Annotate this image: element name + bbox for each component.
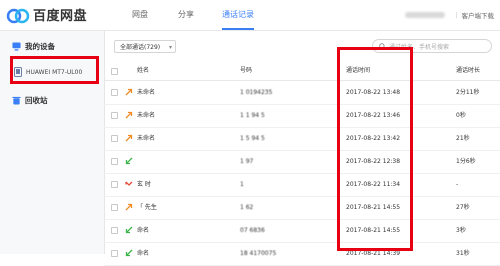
- app-title: 百度网盘: [33, 9, 88, 24]
- table-row[interactable]: 1 97 2017-08-22 12:38 1分6秒: [104, 150, 500, 174]
- call-duration: 21秒: [456, 135, 470, 142]
- outgoing-call-icon: [125, 203, 133, 211]
- incoming-call-icon: [125, 249, 133, 257]
- outgoing-call-icon: [125, 134, 133, 142]
- recycle-bin[interactable]: 回收站: [12, 95, 48, 106]
- my-devices-label: 我的设备: [25, 42, 55, 51]
- contact-name: 未命名: [137, 112, 156, 119]
- tab-share[interactable]: 分享: [178, 0, 194, 30]
- chevron-down-icon: ▾: [168, 44, 172, 51]
- cloud-logo-icon: [6, 8, 30, 23]
- call-duration: 1分6秒: [456, 158, 476, 165]
- filter-label: 全部通话(729): [120, 44, 161, 51]
- username-blurred[interactable]: [405, 12, 446, 18]
- row-checkbox[interactable]: [111, 181, 118, 188]
- logo[interactable]: 百度网盘: [6, 5, 87, 24]
- trash-icon: [12, 96, 21, 105]
- contact-name: 命名: [137, 227, 150, 234]
- highlight-box-time-column: [337, 47, 413, 251]
- incoming-call-icon: [125, 157, 133, 165]
- call-duration: 3秒: [456, 227, 466, 234]
- client-download-link[interactable]: 客户端下载: [462, 10, 495, 20]
- call-duration: 27秒: [456, 204, 470, 211]
- table-header: 姓名 号码 通话时间 通话时长: [104, 62, 500, 81]
- phone-number: 07 6836: [240, 227, 265, 234]
- tab-call-records[interactable]: 通话记录: [222, 0, 254, 30]
- highlight-box-device: [10, 56, 99, 84]
- my-devices-heading[interactable]: 我的设备: [12, 41, 55, 52]
- recycle-label: 回收站: [25, 96, 48, 105]
- phone-number: 1 0194235: [240, 89, 273, 96]
- table-row[interactable]: 「 先生 1 62 2017-08-21 14:55 27秒: [104, 196, 500, 220]
- missed-call-icon: [125, 180, 133, 188]
- select-all-checkbox[interactable]: [111, 68, 118, 75]
- row-checkbox[interactable]: [111, 135, 118, 142]
- outgoing-call-icon: [125, 88, 133, 96]
- call-duration: -: [456, 181, 459, 188]
- row-checkbox[interactable]: [111, 158, 118, 165]
- row-checkbox[interactable]: [111, 227, 118, 234]
- phone-number: 1 1 94 5: [240, 112, 265, 119]
- table-row[interactable]: 未命名 1 5 94 5 2017-08-22 13:42 21秒: [104, 127, 500, 151]
- row-checkbox[interactable]: [111, 112, 118, 119]
- table-row[interactable]: 玄 时 1 2017-08-22 11:34-: [104, 173, 500, 197]
- contact-name: 未命名: [137, 135, 156, 142]
- top-right-area: | 客户端下载: [405, 0, 494, 30]
- contact-name: 「 先生: [137, 204, 157, 211]
- phone-number: 1: [240, 181, 244, 188]
- col-duration[interactable]: 通话时长: [456, 62, 480, 80]
- phone-number: 1 97: [240, 158, 254, 165]
- monitor-icon: [12, 42, 21, 51]
- col-name[interactable]: 姓名: [137, 62, 149, 80]
- phone-number: 1 62: [240, 204, 254, 211]
- row-checkbox[interactable]: [111, 89, 118, 96]
- col-number[interactable]: 号码: [240, 62, 252, 80]
- contact-name: 未命名: [137, 89, 156, 96]
- call-duration: 0秒: [456, 112, 466, 119]
- table-row[interactable]: 命名 07 6836 2017-08-21 14:55 3秒: [104, 219, 500, 243]
- call-filter-dropdown[interactable]: 全部通话(729) ▾: [114, 40, 176, 53]
- call-duration: 2分11秒: [456, 89, 480, 96]
- outgoing-call-icon: [125, 111, 133, 119]
- table-row[interactable]: 命名 18 4170075 2017-08-21 14:39 31秒: [104, 242, 500, 266]
- table-row[interactable]: 未命名 1 0194235 2017-08-22 13:48 2分11秒: [104, 81, 500, 105]
- table-row[interactable]: 未命名 1 1 94 5 2017-08-22 13:46 0秒: [104, 104, 500, 128]
- incoming-call-icon: [125, 226, 133, 234]
- contact-name: 玄 时: [137, 181, 151, 188]
- tab-netdisk[interactable]: 网盘: [132, 0, 148, 30]
- row-checkbox[interactable]: [111, 204, 118, 211]
- top-bar: 百度网盘 网盘 分享 通话记录 | 客户端下载: [0, 0, 500, 31]
- phone-number: 1 5 94 5: [240, 135, 265, 142]
